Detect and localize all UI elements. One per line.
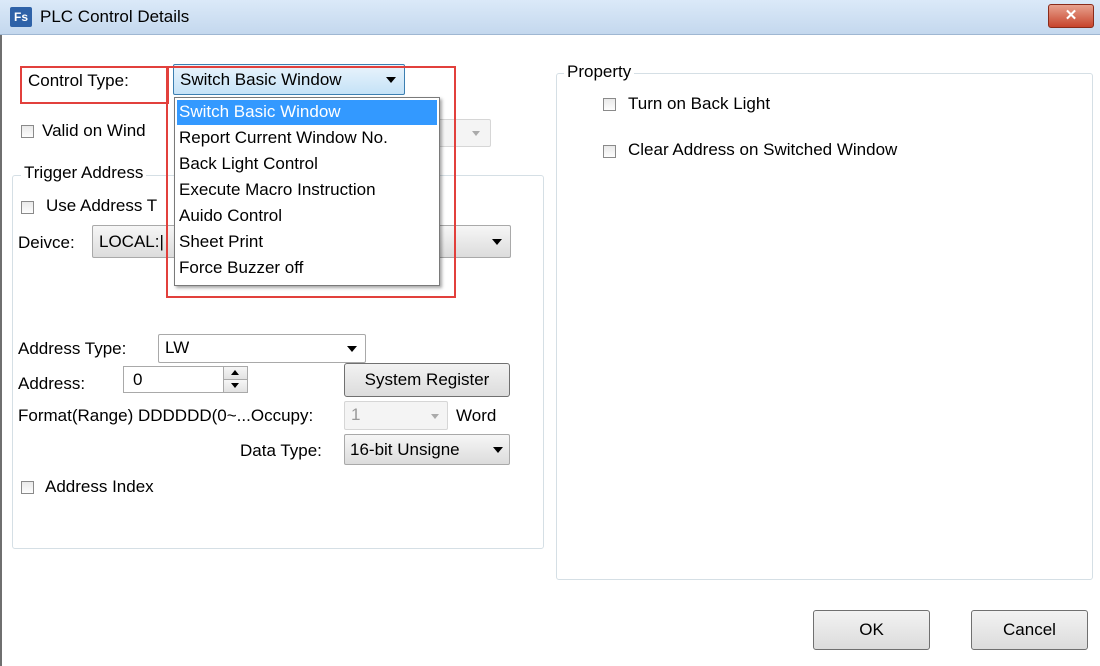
- valid-on-window-checkbox[interactable]: [21, 125, 34, 138]
- caret-up-icon: [231, 370, 239, 375]
- data-type-value: 16-bit Unsigne: [350, 440, 460, 459]
- close-button[interactable]: ✕: [1048, 4, 1094, 28]
- chevron-down-icon: [431, 414, 439, 419]
- device-label: Deivce:: [18, 233, 75, 252]
- clear-address-checkbox[interactable]: [603, 145, 616, 158]
- ok-button[interactable]: OK: [813, 610, 930, 650]
- spin-down-button[interactable]: [223, 380, 247, 392]
- chevron-down-icon: [347, 346, 357, 352]
- address-input[interactable]: 0: [123, 366, 248, 393]
- address-type-value: LW: [165, 338, 190, 357]
- spin-up-button[interactable]: [223, 367, 247, 380]
- chevron-down-icon: [492, 239, 502, 245]
- device-value: LOCAL:|: [99, 232, 164, 251]
- format-range-label: Format(Range) DDDDDD(0~...Occupy:: [18, 406, 314, 425]
- chevron-down-icon: [493, 447, 503, 453]
- cancel-button[interactable]: Cancel: [971, 610, 1088, 650]
- valid-on-window-label: Valid on Wind: [42, 121, 146, 140]
- address-index-checkbox[interactable]: [21, 481, 34, 494]
- occupy-select[interactable]: 1: [344, 401, 448, 430]
- data-type-label: Data Type:: [240, 441, 322, 460]
- trigger-address-group-label: Trigger Address: [21, 163, 147, 183]
- word-unit-label: Word: [456, 406, 497, 425]
- chevron-down-icon: [472, 131, 480, 136]
- annotation-box-label: [20, 66, 169, 104]
- address-index-label: Address Index: [45, 477, 154, 496]
- address-type-select[interactable]: LW: [158, 334, 366, 363]
- property-group-label: Property: [564, 62, 635, 82]
- clear-address-label: Clear Address on Switched Window: [628, 140, 898, 159]
- address-type-label: Address Type:: [18, 339, 127, 358]
- turn-on-back-light-label: Turn on Back Light: [628, 94, 771, 113]
- use-address-label: Use Address T: [46, 196, 158, 215]
- address-value: 0: [133, 370, 143, 389]
- data-type-select[interactable]: 16-bit Unsigne: [344, 434, 510, 465]
- annotation-box-dropdown: [166, 66, 456, 298]
- app-icon: Fs: [10, 7, 32, 27]
- caret-down-icon: [231, 383, 239, 388]
- turn-on-back-light-checkbox[interactable]: [603, 98, 616, 111]
- window-title: PLC Control Details: [40, 7, 190, 26]
- address-label: Address:: [18, 374, 86, 393]
- use-address-checkbox[interactable]: [21, 201, 34, 214]
- occupy-value: 1: [351, 405, 361, 424]
- system-register-button[interactable]: System Register: [344, 363, 510, 397]
